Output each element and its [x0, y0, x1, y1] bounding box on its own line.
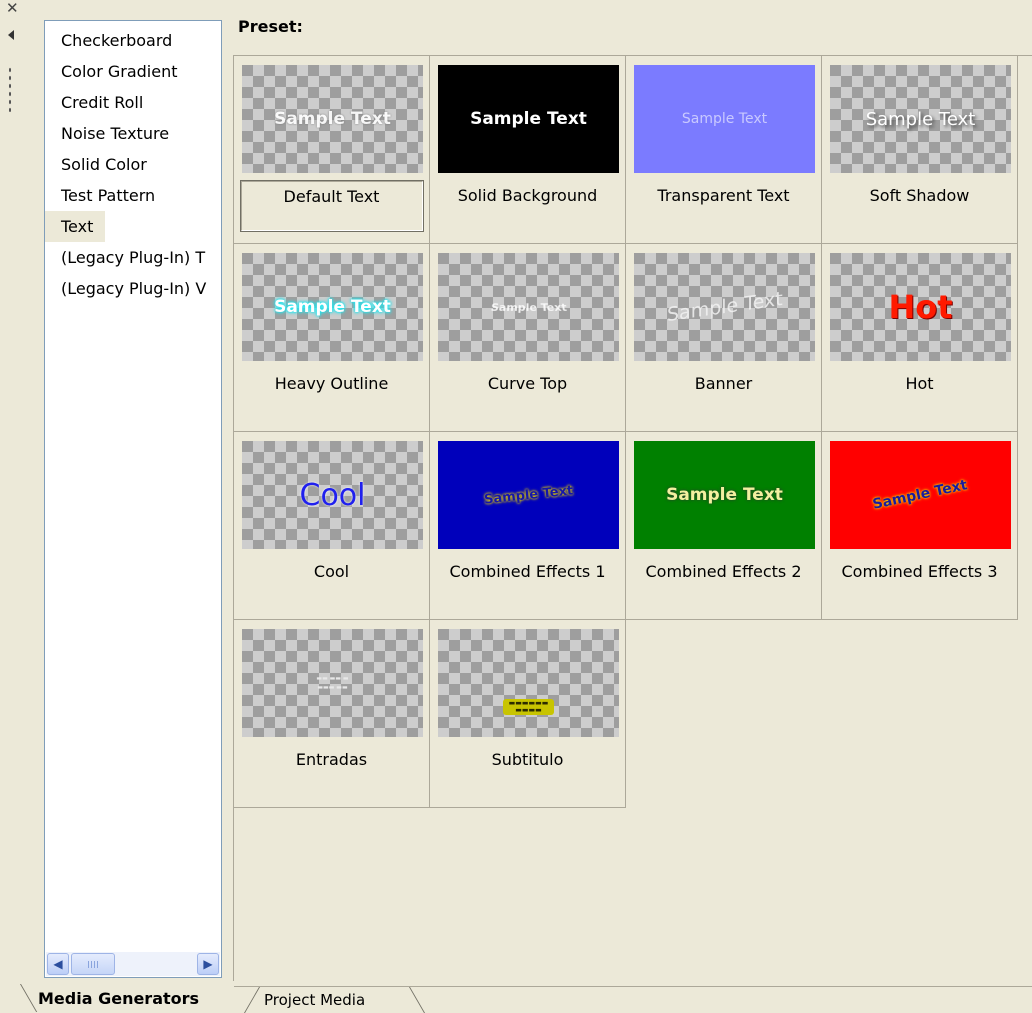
chevron-left-icon[interactable]: ◀ — [47, 953, 69, 975]
preset-solid-background[interactable]: Sample Text Solid Background — [430, 56, 626, 244]
grip-dots-icon[interactable] — [8, 66, 12, 112]
preset-label-text: Cool — [313, 562, 350, 581]
thumbnail-text: Sample Text — [681, 110, 768, 127]
preset-label-text: Default Text — [283, 187, 380, 206]
preset-banner[interactable]: Sample Text Banner — [626, 244, 822, 432]
preset-grid: Sample Text Default Text Sample Text Sol… — [233, 55, 1032, 981]
preset-label-text: Entradas — [295, 750, 368, 769]
preset-label: Preset: — [238, 17, 303, 36]
preset-thumbnail: ▬▬ ▬▬ ▬ ▬▬▬ ▬▬ — [242, 629, 423, 737]
preset-thumbnail: Hot — [830, 253, 1011, 361]
list-item-credit-roll[interactable]: Credit Roll — [45, 87, 221, 118]
preset-thumbnail: Sample Text — [438, 65, 619, 173]
preset-thumbnail: Sample Text — [438, 253, 619, 361]
preset-label-text: Heavy Outline — [274, 374, 389, 393]
horizontal-scrollbar[interactable]: ◀ ▶ — [46, 952, 220, 976]
preset-soft-shadow[interactable]: Sample Text Soft Shadow — [822, 56, 1018, 244]
thumbnail-text: Sample Text — [489, 300, 568, 314]
thumbnail-text: Sample Text — [483, 482, 574, 508]
thumbnail-text: Sample Text — [666, 484, 783, 505]
preset-combined-effects-2[interactable]: Sample Text Combined Effects 2 — [626, 432, 822, 620]
scrollbar-thumb[interactable] — [71, 953, 115, 975]
plugin-list-items: Checkerboard Color Gradient Credit Roll … — [45, 25, 221, 304]
preset-thumbnail: Sample Text — [242, 253, 423, 361]
tab-media-generators[interactable]: Media Generators — [14, 986, 211, 1012]
dock-tab-bar: Media Generators Project Media — [0, 986, 1032, 1012]
preset-cool[interactable]: Cool Cool — [234, 432, 430, 620]
preset-thumbnail: ▬▬▬▬▬▬ ▬▬▬▬ — [438, 629, 619, 737]
preset-thumbnail: Sample Text — [634, 441, 815, 549]
thumbnail-text: Sample Text — [666, 287, 783, 326]
list-item-noise-texture[interactable]: Noise Texture — [45, 118, 221, 149]
thumbnail-text: Sample Text — [274, 108, 391, 129]
thumbnail-text: ▬▬ ▬▬ ▬ ▬▬▬ ▬▬ — [316, 675, 349, 691]
preset-label-text: Curve Top — [487, 374, 568, 393]
list-item-color-gradient[interactable]: Color Gradient — [45, 56, 221, 87]
preset-thumbnail: Sample Text — [830, 65, 1011, 173]
thumbnail-text: Hot — [888, 287, 953, 326]
preset-combined-effects-1[interactable]: Sample Text Combined Effects 1 — [430, 432, 626, 620]
preset-thumbnail: Sample Text — [634, 65, 815, 173]
preset-label-text: Banner — [694, 374, 753, 393]
thumbnail-text: Sample Text — [274, 296, 391, 317]
list-item-test-pattern[interactable]: Test Pattern — [45, 180, 221, 211]
list-item-legacy-plugin-t[interactable]: (Legacy Plug-In) T — [45, 242, 221, 273]
thumbnail-text: Cool — [299, 477, 366, 513]
preset-hot[interactable]: Hot Hot — [822, 244, 1018, 432]
preset-default-text[interactable]: Sample Text Default Text — [234, 56, 430, 244]
preset-label-text: Hot — [905, 374, 934, 393]
preset-transparent-text[interactable]: Sample Text Transparent Text — [626, 56, 822, 244]
list-item-legacy-plugin-v[interactable]: (Legacy Plug-In) V — [45, 273, 221, 304]
preset-label-text: Transparent Text — [657, 186, 790, 205]
plugin-list[interactable]: Checkerboard Color Gradient Credit Roll … — [44, 20, 222, 978]
preset-combined-effects-3[interactable]: Sample Text Combined Effects 3 — [822, 432, 1018, 620]
chevron-right-icon[interactable]: ▶ — [197, 953, 219, 975]
preset-label-text: Solid Background — [457, 186, 598, 205]
thumbnail-text: Sample Text — [470, 108, 587, 129]
preset-label-text: Combined Effects 1 — [449, 562, 606, 581]
thumbnail-text: Sample Text — [865, 108, 976, 130]
preset-subtitulo[interactable]: ▬▬▬▬▬▬ ▬▬▬▬ Subtitulo — [430, 620, 626, 808]
list-item-solid-color[interactable]: Solid Color — [45, 149, 221, 180]
thumbnail-text: ▬▬▬▬▬▬ ▬▬▬▬ — [502, 699, 555, 715]
preset-thumbnail: Sample Text — [242, 65, 423, 173]
triangle-left-icon[interactable] — [8, 30, 14, 40]
preset-label-text: Soft Shadow — [869, 186, 970, 205]
preset-label-text: Combined Effects 3 — [841, 562, 998, 581]
list-item-checkerboard[interactable]: Checkerboard — [45, 25, 221, 56]
preset-label-text: Combined Effects 2 — [645, 562, 802, 581]
preset-heavy-outline[interactable]: Sample Text Heavy Outline — [234, 244, 430, 432]
tab-project-media[interactable]: Project Media — [234, 986, 410, 1012]
close-icon[interactable]: ✕ — [6, 1, 19, 16]
preset-thumbnail: Sample Text — [438, 441, 619, 549]
preset-label-text: Subtitulo — [491, 750, 564, 769]
dock-strip: ✕ — [0, 0, 22, 986]
preset-thumbnail: Sample Text — [634, 253, 815, 361]
list-item-text[interactable]: Text — [45, 211, 105, 242]
preset-entradas[interactable]: ▬▬ ▬▬ ▬ ▬▬▬ ▬▬ Entradas — [234, 620, 430, 808]
thumbnail-text: Sample Text — [871, 476, 970, 513]
preset-thumbnail: Cool — [242, 441, 423, 549]
preset-curve-top[interactable]: Sample Text Curve Top — [430, 244, 626, 432]
preset-thumbnail: Sample Text — [830, 441, 1011, 549]
